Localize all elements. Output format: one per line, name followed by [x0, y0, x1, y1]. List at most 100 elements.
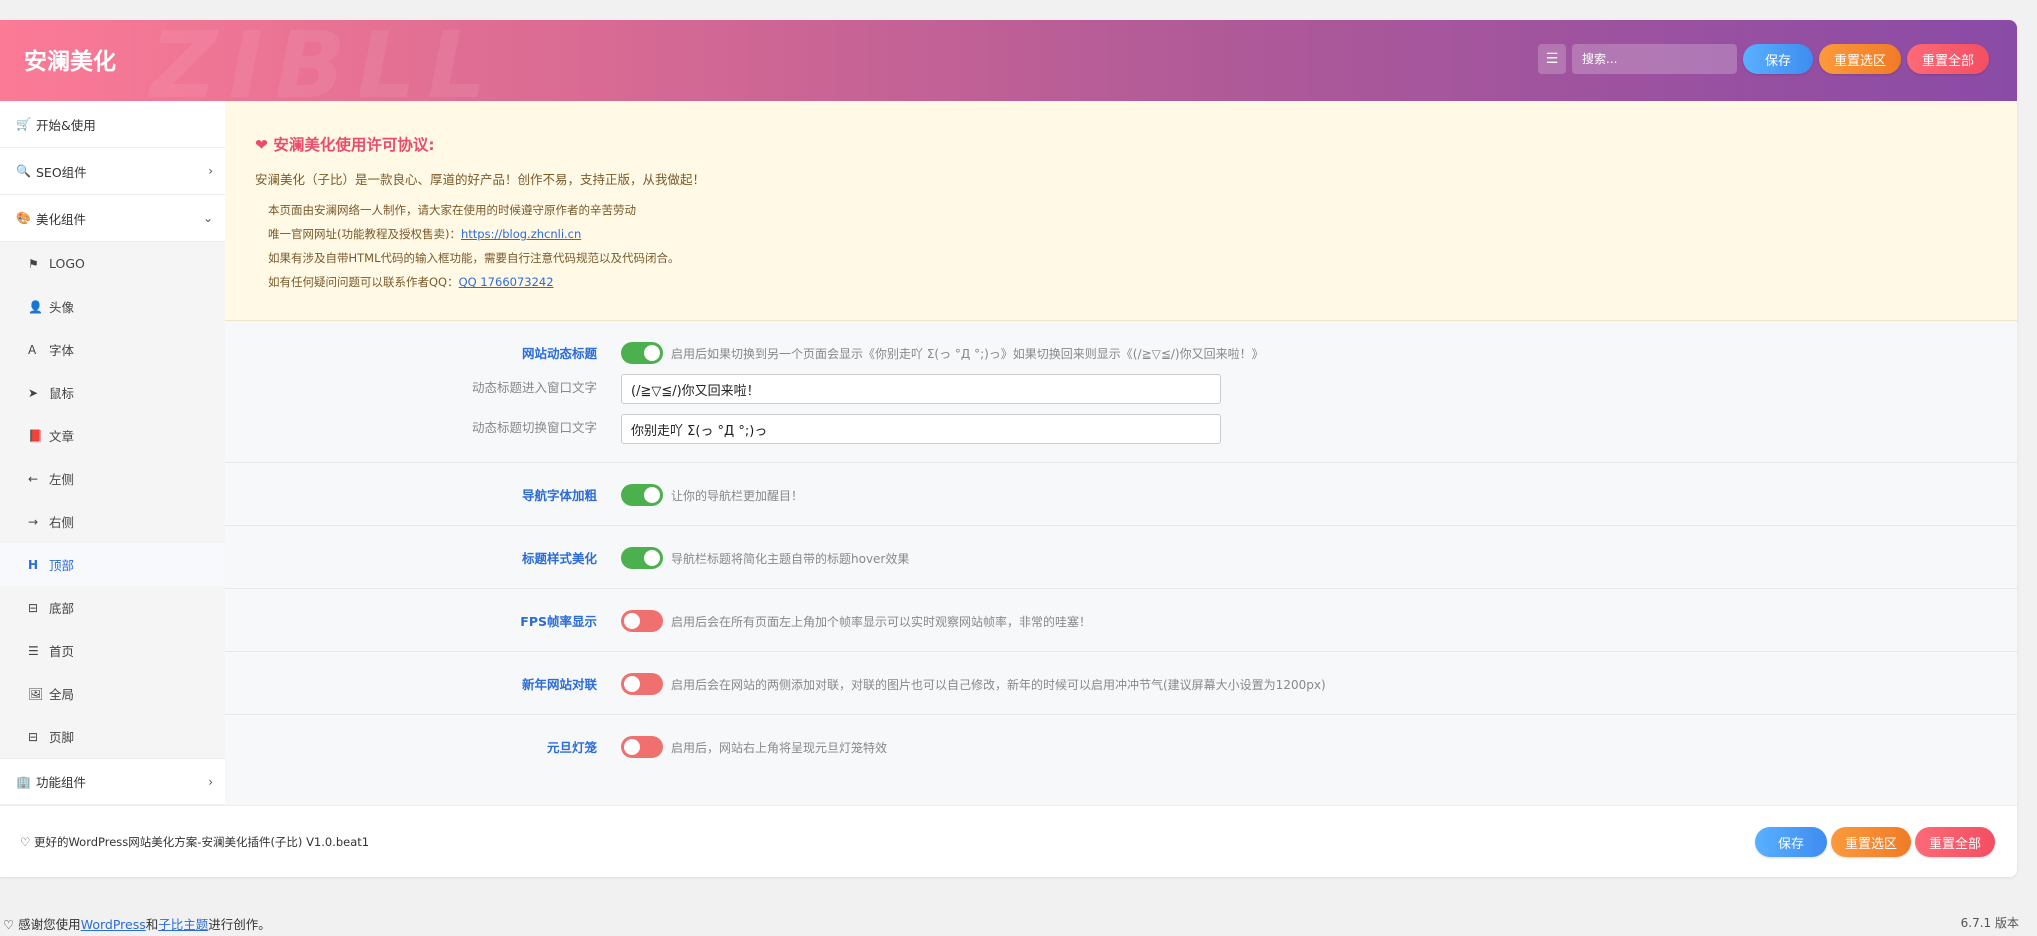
font-icon: A	[28, 342, 37, 357]
flag-icon: ⚑	[28, 256, 39, 271]
official-site-link[interactable]: https://blog.zhcnli.cn	[461, 227, 581, 241]
sidebar-item-label: 功能组件	[36, 775, 87, 790]
sidebar: 🛒 开始&使用 🔍 SEO组件 › 🎨 美化组件 ⌄ ⚑ LOGO 👤 头像 A	[0, 101, 225, 805]
sidebar-subitem-label: 头像	[49, 300, 75, 315]
setting-label: 元旦灯笼	[546, 740, 597, 755]
sidebar-subitem-avatar[interactable]: 👤 头像	[0, 285, 225, 328]
enter-text-input[interactable]	[621, 374, 1221, 404]
sidebar-subitem-footer[interactable]: ⊟ 页脚	[0, 715, 225, 758]
header-tools: ☰ 保存 重置选区 重置全部	[1538, 44, 1989, 74]
sidebar-subitem-bottom[interactable]: ⊟ 底部	[0, 586, 225, 629]
setting-label: 新年网站对联	[521, 677, 597, 692]
panel-footer: ♡ 更好的WordPress网站美化方案-安澜美化插件(子比) V1.0.bea…	[0, 805, 2017, 877]
sidebar-subitem-label: 字体	[49, 343, 75, 358]
wordpress-version: 6.7.1 版本	[1960, 916, 2019, 930]
footer-reset-all-button[interactable]: 重置全部	[1914, 827, 1995, 857]
setting-nav-bold: 导航字体加粗 让你的导航栏更加醒目！	[225, 463, 2017, 526]
setting-label: 导航字体加粗	[521, 488, 597, 503]
enter-text-label: 动态标题进入窗口文字	[471, 380, 597, 395]
sidebar-subitem-label: 鼠标	[49, 386, 75, 401]
sidebar-subitem-label: 全局	[49, 687, 75, 702]
theme-link[interactable]: 子比主题	[158, 917, 208, 932]
footer-reset-section-button[interactable]: 重置选区	[1830, 827, 1911, 857]
sidebar-subitem-label: 右侧	[49, 515, 75, 530]
sidebar-subitem-article[interactable]: 📕 文章	[0, 414, 225, 457]
sidebar-subitem-label: 底部	[49, 601, 75, 616]
notice-title: ❤ 安澜美化使用许可协议:	[255, 133, 435, 155]
reset-section-button[interactable]: 重置选区	[1819, 44, 1901, 74]
setting-desc: 让你的导航栏更加醒目！	[671, 489, 804, 503]
panel-header: ZIBLL 安澜美化 ☰ 保存 重置选区 重置全部	[0, 20, 2017, 101]
setting-lantern: 元旦灯笼 启用后，网站右上角将呈现元旦灯笼特效	[225, 715, 2017, 778]
notice-line: 如有任何疑问问题可以联系作者QQ：QQ 1766073242	[268, 274, 554, 290]
content-area: ❤ 安澜美化使用许可协议: 安澜美化（子比）是一款良心、厚道的好产品！创作不易，…	[225, 101, 2017, 805]
setting-label: 标题样式美化	[521, 551, 597, 566]
wp-footer-text: ♡ 感谢您使用	[3, 917, 81, 932]
setting-label: FPS帧率显示	[520, 614, 597, 629]
dynamic-title-switch[interactable]	[621, 342, 663, 364]
sidebar-subitem-global[interactable]: 🖼 全局	[0, 672, 225, 715]
chevron-right-icon: ›	[208, 164, 213, 178]
sidebar-subitem-logo[interactable]: ⚑ LOGO	[0, 242, 225, 285]
sidebar-subitem-label: 页脚	[49, 730, 75, 745]
sidebar-item-label: 美化组件	[36, 211, 87, 227]
fps-switch[interactable]	[621, 610, 663, 632]
title-style-switch[interactable]	[621, 547, 663, 569]
sidebar-item-beautify[interactable]: 🎨 美化组件 ⌄	[0, 195, 225, 242]
setting-desc: 启用后如果切换到另一个页面会显示《你别走吖 Σ(っ °Д °;)っ》如果切换回来…	[671, 347, 1264, 361]
setting-fps: FPS帧率显示 启用后会在所有页面左上角加个帧率显示可以实时观察网站帧率，非常的…	[225, 589, 2017, 652]
reset-all-button[interactable]: 重置全部	[1907, 44, 1989, 74]
arrow-left-icon: ←	[28, 471, 39, 486]
sidebar-subitem-right[interactable]: → 右侧	[0, 500, 225, 543]
wordpress-link[interactable]: WordPress	[81, 917, 146, 932]
window-icon: ⊟	[28, 729, 39, 744]
setting-couplet: 新年网站对联 启用后会在网站的两侧添加对联，对联的图片也可以自己修改，新年的时候…	[225, 652, 2017, 715]
sidebar-subitem-top[interactable]: H 顶部	[0, 543, 225, 586]
list-icon: ☰	[28, 643, 39, 658]
sidebar-subitem-left[interactable]: ← 左侧	[0, 457, 225, 500]
sidebar-subitem-home[interactable]: ☰ 首页	[0, 629, 225, 672]
setting-desc: 启用后会在网站的两侧添加对联，对联的图片也可以自己修改，新年的时候可以启用冲冲节…	[671, 678, 1326, 692]
qq-link[interactable]: QQ 1766073242	[459, 275, 554, 289]
search-input[interactable]	[1572, 44, 1737, 74]
sidebar-subitem-font[interactable]: A 字体	[0, 328, 225, 371]
sidebar-item-function[interactable]: 🏢 功能组件 ›	[0, 758, 225, 805]
sidebar-item-seo[interactable]: 🔍 SEO组件 ›	[0, 148, 225, 195]
wp-footer-text: 进行创作。	[208, 917, 271, 932]
header-watermark: ZIBLL	[150, 20, 499, 101]
save-button[interactable]: 保存	[1743, 44, 1813, 74]
list-icon: ☰	[1545, 51, 1559, 67]
pointer-icon: ➤	[28, 385, 39, 400]
image-icon: 🖼	[28, 686, 44, 701]
sidebar-subitem-mouse[interactable]: ➤ 鼠标	[0, 371, 225, 414]
panel-title: 安澜美化	[24, 49, 116, 75]
footer-save-button[interactable]: 保存	[1754, 827, 1827, 857]
footer-text: ♡ 更好的WordPress网站美化方案-安澜美化插件(子比) V1.0.bea…	[20, 835, 370, 849]
chevron-down-icon: ⌄	[202, 211, 213, 225]
nav-bold-switch[interactable]	[621, 484, 663, 506]
options-panel: ZIBLL 安澜美化 ☰ 保存 重置选区 重置全部 🛒 开始&使用 🔍 SEO组…	[0, 20, 2017, 877]
switch-text-input[interactable]	[621, 414, 1221, 444]
sidebar-item-label: 开始&使用	[36, 117, 96, 133]
sidebar-item-label: SEO组件	[36, 164, 87, 180]
sidebar-subitem-label: 首页	[49, 644, 75, 659]
footer-buttons: 保存 重置选区 重置全部	[1754, 827, 1995, 857]
heading-icon: H	[28, 557, 39, 572]
search-icon: 🔍	[16, 164, 31, 178]
sidebar-subitem-label: LOGO	[49, 256, 85, 271]
window-icon: ⊟	[28, 600, 39, 615]
heart-icon: ❤	[255, 136, 268, 154]
notice-line: 如果有涉及自带HTML代码的输入框功能，需要自行注意代码规范以及代码闭合。	[268, 251, 680, 265]
setting-desc: 启用后会在所有页面左上角加个帧率显示可以实时观察网站帧率，非常的哇塞！	[671, 615, 1092, 629]
wordpress-footer: ♡ 感谢您使用WordPress和子比主题进行创作。	[3, 914, 271, 933]
sidebar-subitem-label: 左侧	[49, 472, 75, 487]
lantern-switch[interactable]	[621, 736, 663, 758]
couplet-switch[interactable]	[621, 673, 663, 695]
sidebar-item-start[interactable]: 🛒 开始&使用	[0, 101, 225, 148]
chevron-right-icon: ›	[208, 774, 213, 789]
setting-dynamic-title: 网站动态标题 启用后如果切换到另一个页面会显示《你别走吖 Σ(っ °Д °;)っ…	[225, 321, 2017, 463]
wp-footer-text: 和	[145, 917, 159, 932]
setting-label: 网站动态标题	[521, 346, 597, 361]
setting-desc: 导航栏标题将简化主题自带的标题hover效果	[671, 552, 910, 566]
expand-all-button[interactable]: ☰	[1538, 44, 1566, 74]
